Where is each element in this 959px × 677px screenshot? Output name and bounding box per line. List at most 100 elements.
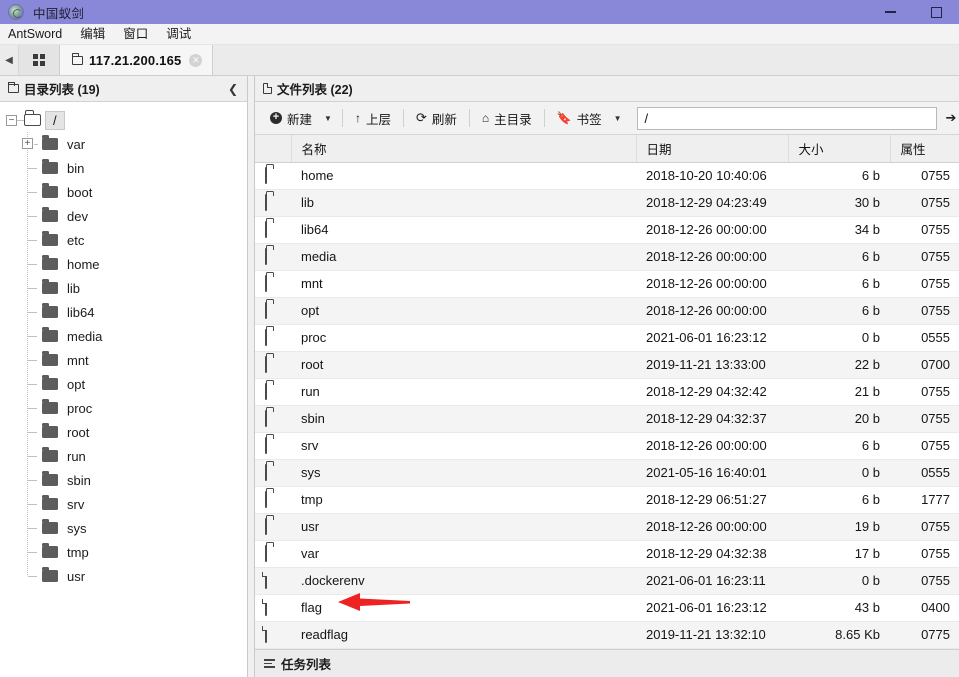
file-name-cell[interactable]: lib — [291, 189, 636, 217]
file-name-cell[interactable]: var — [291, 540, 636, 568]
column-header-date[interactable]: 日期 — [636, 135, 789, 163]
tree-node-mnt[interactable]: mnt — [0, 348, 247, 372]
file-row-icon-cell — [255, 594, 291, 622]
menu-item-antsword[interactable]: AntSword — [0, 24, 71, 45]
column-header-attr[interactable]: 属性 — [890, 135, 959, 163]
tree-node-lib[interactable]: lib — [0, 276, 247, 300]
file-name-cell[interactable]: mnt — [291, 270, 636, 298]
file-name-cell[interactable]: .dockerenv — [291, 567, 636, 595]
new-dropdown-caret-icon[interactable]: ▼ — [321, 106, 339, 130]
tree-node-root[interactable]: − / — [0, 108, 247, 132]
tree-node-var[interactable]: + var — [0, 132, 247, 156]
grid-icon — [33, 54, 45, 66]
file-name-cell[interactable]: srv — [291, 432, 636, 460]
menu-item-window[interactable]: 窗口 — [114, 24, 157, 45]
file-name-cell[interactable]: proc — [291, 324, 636, 352]
table-row[interactable]: tmp 2018-12-29 06:51:27 6 b 1777 — [255, 486, 959, 514]
file-list-panel: 文件列表 (22) + 新建 ▼ ↑ 上层 ⟳ 刷新 ⌂ 主目录 🔖 书签 ▼ … — [254, 76, 959, 677]
file-name-cell[interactable]: usr — [291, 513, 636, 541]
bookmark-button[interactable]: 🔖 书签 — [548, 106, 611, 130]
bookmark-dropdown-caret-icon[interactable]: ▼ — [611, 106, 629, 130]
tab-scroll-left-icon[interactable]: ◀ — [0, 45, 18, 75]
tree-node-sys[interactable]: sys — [0, 516, 247, 540]
table-row[interactable]: srv 2018-12-26 00:00:00 6 b 0755 — [255, 432, 959, 460]
file-name-cell[interactable]: opt — [291, 297, 636, 325]
file-name-cell[interactable]: run — [291, 378, 636, 406]
expand-var-icon[interactable]: + — [22, 138, 33, 149]
table-row[interactable]: lib64 2018-12-26 00:00:00 34 b 0755 — [255, 216, 959, 244]
menu-item-debug[interactable]: 调试 — [157, 24, 200, 45]
table-row[interactable]: home 2018-10-20 10:40:06 6 b 0755 — [255, 162, 959, 190]
menu-item-edit[interactable]: 编辑 — [71, 24, 114, 45]
tree-node-tmp[interactable]: tmp — [0, 540, 247, 564]
tree-node-media[interactable]: media — [0, 324, 247, 348]
maximize-button[interactable] — [913, 0, 959, 24]
window-title: 中国蚁剑 — [33, 6, 85, 21]
tree-node-boot[interactable]: boot — [0, 180, 247, 204]
collapse-root-icon[interactable]: − — [6, 114, 17, 126]
table-row[interactable]: readflag 2019-11-21 13:32:10 8.65 Kb 0775 — [255, 621, 959, 649]
tree-node-srv[interactable]: srv — [0, 492, 247, 516]
tab-117-21-200-165[interactable]: 117.21.200.165 ✕ — [60, 45, 214, 75]
tree-node-root-dir[interactable]: root — [0, 420, 247, 444]
table-row[interactable]: sbin 2018-12-29 04:32:37 20 b 0755 — [255, 405, 959, 433]
file-attr-cell: 0755 — [890, 513, 959, 541]
home-directory-button[interactable]: ⌂ 主目录 — [473, 106, 541, 130]
file-name-cell[interactable]: media — [291, 243, 636, 271]
file-name-cell[interactable]: sys — [291, 459, 636, 487]
path-input[interactable]: / — [636, 106, 937, 130]
table-row[interactable]: mnt 2018-12-26 00:00:00 6 b 0755 — [255, 270, 959, 298]
file-row-icon-cell — [255, 216, 291, 244]
tree-node-label: lib64 — [67, 304, 95, 320]
column-header-icon[interactable] — [255, 135, 292, 163]
tab-close-icon[interactable]: ✕ — [189, 53, 203, 67]
collapse-sidebar-icon[interactable]: ❮ — [225, 82, 241, 96]
folder-icon — [265, 437, 267, 454]
parent-directory-button[interactable]: ↑ 上层 — [346, 106, 400, 130]
minimize-button[interactable] — [867, 0, 913, 24]
table-row[interactable]: var 2018-12-29 04:32:38 17 b 0755 — [255, 540, 959, 568]
tree-node-lib64[interactable]: lib64 — [0, 300, 247, 324]
document-icon — [263, 83, 272, 94]
table-row[interactable]: lib 2018-12-29 04:23:49 30 b 0755 — [255, 189, 959, 217]
tree-node-proc[interactable]: proc — [0, 396, 247, 420]
tree-node-opt[interactable]: opt — [0, 372, 247, 396]
home-icon: ⌂ — [481, 111, 490, 125]
task-list-bar[interactable]: 任务列表 — [255, 649, 959, 677]
file-name-cell[interactable]: readflag — [291, 621, 636, 649]
folder-icon — [7, 81, 19, 93]
table-row[interactable]: run 2018-12-29 04:32:42 21 b 0755 — [255, 378, 959, 406]
tree-node-run[interactable]: run — [0, 444, 247, 468]
table-row[interactable]: proc 2021-06-01 16:23:12 0 b 0555 — [255, 324, 959, 352]
tree-node-dev[interactable]: dev — [0, 204, 247, 228]
file-name-cell[interactable]: flag — [291, 594, 636, 622]
tree-node-home[interactable]: home — [0, 252, 247, 276]
file-name-cell[interactable]: sbin — [291, 405, 636, 433]
tree-node-etc[interactable]: etc — [0, 228, 247, 252]
file-name-cell[interactable]: root — [291, 351, 636, 379]
file-name-cell[interactable]: tmp — [291, 486, 636, 514]
tree-node-usr[interactable]: usr — [0, 564, 247, 588]
refresh-button[interactable]: ⟳ 刷新 — [407, 106, 466, 130]
table-row[interactable]: usr 2018-12-26 00:00:00 19 b 0755 — [255, 513, 959, 541]
table-row[interactable]: sys 2021-05-16 16:40:01 0 b 0555 — [255, 459, 959, 487]
file-date-cell: 2018-12-29 04:23:49 — [636, 189, 788, 217]
shell-manager-grid-button[interactable] — [18, 45, 60, 75]
file-date-cell: 2019-11-21 13:33:00 — [636, 351, 788, 379]
column-header-size[interactable]: 大小 — [788, 135, 891, 163]
column-header-name[interactable]: 名称 — [291, 135, 637, 163]
table-row[interactable]: flag 2021-06-01 16:23:12 43 b 0400 — [255, 594, 959, 622]
tree-node-sbin[interactable]: sbin — [0, 468, 247, 492]
table-row[interactable]: media 2018-12-26 00:00:00 6 b 0755 — [255, 243, 959, 271]
table-row[interactable]: opt 2018-12-26 00:00:00 6 b 0755 — [255, 297, 959, 325]
file-row-icon-cell — [255, 243, 291, 271]
new-button[interactable]: + 新建 — [261, 106, 321, 130]
go-button[interactable]: ➔ — [943, 110, 959, 126]
file-name-cell[interactable]: lib64 — [291, 216, 636, 244]
folder-icon — [42, 351, 58, 366]
tree-guide — [27, 564, 28, 576]
table-row[interactable]: .dockerenv 2021-06-01 16:23:11 0 b 0755 — [255, 567, 959, 595]
table-row[interactable]: root 2019-11-21 13:33:00 22 b 0700 — [255, 351, 959, 379]
file-name-cell[interactable]: home — [291, 162, 636, 190]
tree-node-bin[interactable]: bin — [0, 156, 247, 180]
